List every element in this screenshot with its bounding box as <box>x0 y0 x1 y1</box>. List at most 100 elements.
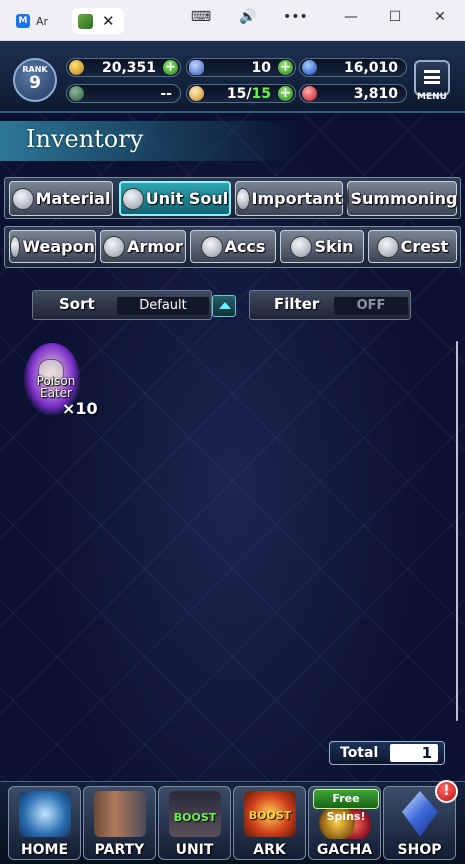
hamburger-icon <box>424 70 440 84</box>
energy-icon <box>69 86 84 101</box>
shop-alert-badge: ! <box>435 780 458 803</box>
more-options-icon[interactable]: ••• <box>283 9 308 25</box>
shop-crystal-icon <box>402 791 438 837</box>
tab-skin[interactable]: Skin <box>280 230 364 263</box>
nav-ark-button[interactable]: BOOST ARK <box>233 786 306 860</box>
add-gil-button[interactable]: + <box>163 60 178 75</box>
nav-ark-label: ARK <box>253 842 286 858</box>
tab-accs[interactable]: Accs <box>190 230 276 263</box>
tab-armor-label: Armor <box>127 237 183 256</box>
material-bag-icon <box>11 187 34 210</box>
minimize-icon[interactable]: — <box>340 9 362 25</box>
summoning-icon <box>346 187 349 210</box>
stamina-current: 15/ <box>226 85 252 102</box>
nav-unit-button[interactable]: BOOST UNIT <box>158 786 231 860</box>
tab-important-label: Important <box>251 189 342 208</box>
red-orb-icon <box>302 86 317 101</box>
sort-label: Sort <box>59 295 95 313</box>
tab-material[interactable]: Material <box>9 181 113 216</box>
star-icon <box>236 187 250 210</box>
app-favicon-icon: M <box>16 14 30 28</box>
energy-value: -- <box>160 85 172 102</box>
menu-button[interactable] <box>414 60 450 96</box>
red-orb-counter: 3,810 <box>299 84 407 103</box>
armor-icon <box>103 235 126 258</box>
tab-crest-label: Crest <box>400 237 449 256</box>
total-count-box: Total 1 <box>329 741 445 765</box>
gil-value: 20,351 <box>101 59 156 76</box>
tab-accs-label: Accs <box>224 237 266 256</box>
sort-value: Default <box>117 297 209 315</box>
sort-control[interactable]: Sort Default <box>32 290 212 320</box>
party-characters-icon <box>94 791 146 837</box>
menu-label: MENU <box>417 92 447 102</box>
nav-party-label: PARTY <box>94 842 145 858</box>
ark-boost-badge: BOOST <box>248 809 292 822</box>
tab-armor[interactable]: Armor <box>100 230 186 263</box>
total-label: Total <box>340 745 379 761</box>
nav-gacha-button[interactable]: Free Spins! GACHA <box>308 786 381 860</box>
browser-titlebar: M Ar ✕ ⌨ 🔊 ••• — ☐ ✕ <box>0 0 465 41</box>
keyboard-icon[interactable]: ⌨ <box>190 9 212 25</box>
tab-unit-soul[interactable]: Unit Soul <box>119 181 231 216</box>
tab-crest[interactable]: Crest <box>368 230 457 263</box>
browser-tab-2[interactable]: ✕ <box>72 8 124 34</box>
volume-icon[interactable]: 🔊 <box>237 9 259 25</box>
total-value: 1 <box>390 744 438 762</box>
game-area: RANK 9 20,351 + 10 + 16,010 -- 15/ 15 + … <box>0 41 465 864</box>
stamina-icon <box>189 86 204 101</box>
tab-summoning-label: Summoning <box>350 189 458 208</box>
rank-badge[interactable]: RANK 9 <box>13 58 57 102</box>
page-title-banner: Inventory <box>0 121 300 161</box>
category-row-1: Material Unit Soul Important Summoning <box>4 177 461 219</box>
browser-tab-1[interactable]: M Ar <box>16 8 66 34</box>
add-lapis-button[interactable]: + <box>278 60 293 75</box>
add-stamina-button[interactable]: + <box>278 86 293 101</box>
item-name-line-2: Eater <box>40 386 72 400</box>
lapis-crystal-icon <box>189 60 204 75</box>
filter-control[interactable]: Filter OFF <box>249 290 411 320</box>
tab-weapon-label: Weapon <box>22 237 95 256</box>
tab-material-label: Material <box>35 189 111 208</box>
nav-shop-label: SHOP <box>397 842 442 858</box>
blue-orb-counter: 16,010 <box>299 58 407 77</box>
item-count: ×10 <box>62 399 98 418</box>
category-row-2: Weapon Armor Accs Skin Crest <box>4 226 461 268</box>
hanger-icon <box>290 235 313 258</box>
nav-gacha-label: GACHA <box>316 842 373 858</box>
item-name: Poison Eater <box>28 375 84 399</box>
lapis-value: 10 <box>251 59 271 76</box>
necklace-icon <box>200 235 223 258</box>
tab-close-icon[interactable]: ✕ <box>102 12 115 30</box>
crest-icon <box>376 235 399 258</box>
nav-home-label: HOME <box>20 842 69 858</box>
sword-icon <box>10 235 21 258</box>
tab-important[interactable]: Important <box>235 181 343 216</box>
maximize-icon[interactable]: ☐ <box>384 9 406 25</box>
blue-orb-icon <box>302 60 317 75</box>
home-crystal-icon <box>19 791 71 837</box>
page-title: Inventory <box>26 125 144 153</box>
unit-soul-icon <box>121 187 144 210</box>
game-favicon-icon <box>78 13 93 29</box>
scrollbar[interactable] <box>456 341 458 721</box>
tab-weapon[interactable]: Weapon <box>9 230 96 263</box>
bottom-navigation: HOME PARTY BOOST UNIT BOOST ARK Free Spi… <box>0 781 465 864</box>
list-item[interactable]: Poison Eater ×10 <box>24 337 104 427</box>
nav-home-button[interactable]: HOME <box>8 786 81 860</box>
lapis-counter: 10 + <box>186 58 296 77</box>
energy-counter: -- <box>66 84 181 103</box>
status-header: RANK 9 20,351 + 10 + 16,010 -- 15/ 15 + … <box>0 41 465 113</box>
filter-value: OFF <box>334 297 408 315</box>
unit-boost-badge: BOOST <box>173 811 217 824</box>
gil-coin-icon <box>69 60 84 75</box>
red-orb-value: 3,810 <box>353 85 398 102</box>
game-window: M Ar ✕ ⌨ 🔊 ••• — ☐ ✕ RANK 9 20,351 + 10 … <box>0 0 465 864</box>
tab-summoning[interactable]: Summoning <box>346 181 458 216</box>
tab-1-title: Ar <box>36 14 49 28</box>
sort-order-toggle[interactable] <box>212 295 236 317</box>
stamina-max: 15 <box>251 85 271 102</box>
close-window-icon[interactable]: ✕ <box>429 9 451 25</box>
nav-party-button[interactable]: PARTY <box>83 786 156 860</box>
stamina-counter: 15/15 + <box>186 84 296 103</box>
